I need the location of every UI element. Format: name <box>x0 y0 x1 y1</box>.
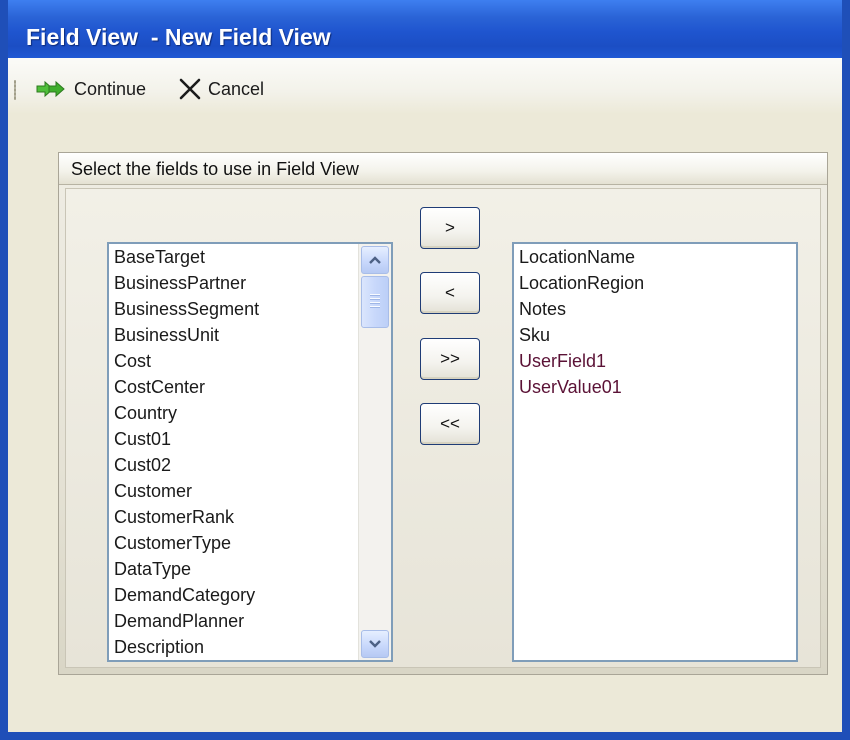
list-item[interactable]: Customer <box>114 478 259 504</box>
double-arrow-right-icon <box>36 79 68 99</box>
toolbar: Continue Cancel <box>8 58 842 114</box>
remove-all-fields-button[interactable]: << <box>420 403 480 445</box>
list-item[interactable]: DataType <box>114 556 259 582</box>
add-all-fields-button[interactable]: >> <box>420 338 480 380</box>
continue-button[interactable]: Continue <box>36 76 146 102</box>
cancel-button[interactable]: Cancel <box>178 76 264 102</box>
remove-field-button[interactable]: < <box>420 272 480 314</box>
list-item[interactable]: Sku <box>519 322 644 348</box>
list-item[interactable]: Notes <box>519 296 644 322</box>
selected-fields-list[interactable]: LocationName LocationRegion Notes Sku UserFi… <box>512 242 798 662</box>
list-item[interactable]: BusinessPartner <box>114 270 259 296</box>
field-selection-panel: Select the fields to use in Field View B… <box>58 152 828 675</box>
available-fields-list[interactable]: BaseTarget BusinessPartner BusinessSegment… <box>107 242 393 662</box>
panel-header: Select the fields to use in Field View <box>59 153 827 185</box>
list-item[interactable]: BusinessUnit <box>114 322 259 348</box>
list-item[interactable]: BusinessSegment <box>114 296 259 322</box>
chevron-up-icon <box>369 256 381 264</box>
toolbar-grip[interactable] <box>14 80 16 100</box>
title-bar[interactable]: Field View - New Field View <box>8 0 842 58</box>
list-item[interactable]: UserValue01 <box>519 374 644 400</box>
scroll-down-button[interactable] <box>361 630 389 658</box>
chevron-down-icon <box>369 640 381 648</box>
add-field-button[interactable]: > <box>420 207 480 249</box>
list-item[interactable]: CustomerRank <box>114 504 259 530</box>
list-item[interactable]: UserField1 <box>519 348 644 374</box>
list-item[interactable]: Description <box>114 634 259 660</box>
cancel-label: Cancel <box>208 78 265 99</box>
field-view-window: Field View - New Field View Continue Can… <box>0 0 850 740</box>
list-item[interactable]: Cust02 <box>114 452 259 478</box>
list-item[interactable]: DemandPlanner <box>114 608 259 634</box>
list-item[interactable]: BaseTarget <box>114 244 259 270</box>
x-icon <box>178 77 202 101</box>
thumb-grip <box>370 294 380 310</box>
list-item[interactable]: CostCenter <box>114 374 259 400</box>
scroll-thumb[interactable] <box>361 276 389 328</box>
list-item[interactable]: Country <box>114 400 259 426</box>
continue-label: Continue <box>74 78 147 99</box>
scroll-up-button[interactable] <box>361 246 389 274</box>
list-item[interactable]: LocationName <box>519 244 644 270</box>
window-title: Field View - New Field View <box>26 24 331 50</box>
vertical-scrollbar[interactable] <box>358 244 391 660</box>
list-item[interactable]: Cost <box>114 348 259 374</box>
panel-body: BaseTarget BusinessPartner BusinessSegment… <box>65 188 821 668</box>
available-fields-items: BaseTarget BusinessPartner BusinessSegment… <box>114 244 259 660</box>
list-item[interactable]: CustomerType <box>114 530 259 556</box>
list-item[interactable]: DemandCategory <box>114 582 259 608</box>
selected-fields-items: LocationName LocationRegion Notes Sku UserFi… <box>519 244 644 400</box>
list-item[interactable]: LocationRegion <box>519 270 644 296</box>
panel-title: Select the fields to use in Field View <box>71 159 359 179</box>
list-item[interactable]: Cust01 <box>114 426 259 452</box>
